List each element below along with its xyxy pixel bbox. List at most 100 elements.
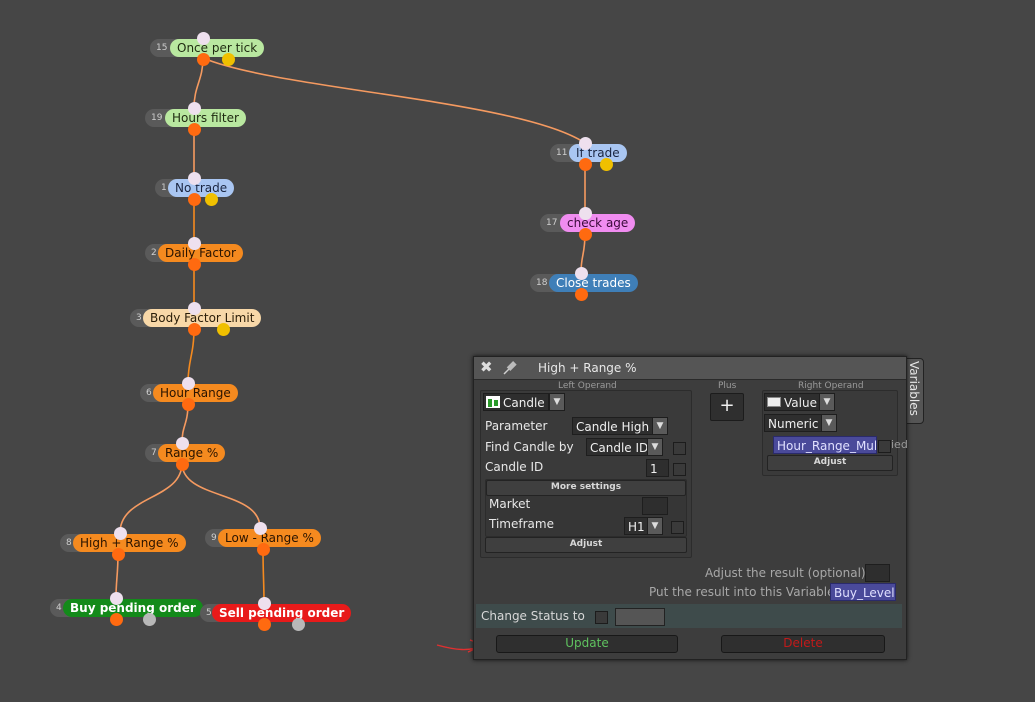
numeric-select[interactable]: Numeric [764,414,822,432]
node-label: Hour Range [153,384,238,402]
output-connector[interactable] [112,548,125,561]
operator-plus-button[interactable]: + [710,393,744,421]
output-connector[interactable] [258,618,271,631]
connection-15-11 [202,57,586,144]
chevron-down-icon[interactable]: ▼ [821,414,837,432]
chevron-down-icon[interactable]: ▼ [647,517,663,535]
output-connector[interactable] [188,258,201,271]
output-connector[interactable] [575,288,588,301]
market-input[interactable] [642,497,668,515]
change-status-checkbox[interactable] [595,611,608,624]
input-connector[interactable] [188,237,201,250]
output-connector[interactable] [257,543,270,556]
find-candle-by-label: Find Candle by [485,440,574,454]
output-connector[interactable] [222,53,235,66]
more-settings-bar[interactable]: More settings [486,480,686,496]
find-candle-by-checkbox[interactable] [673,442,686,455]
candle-icon [486,396,500,408]
variables-tab[interactable]: Variables [904,358,924,424]
chevron-down-icon[interactable]: ▼ [647,438,663,456]
right-operand-type-value: Value [784,396,817,410]
input-connector[interactable] [575,267,588,280]
right-operand-type-select[interactable]: Value [764,393,820,411]
cut-text: ied [891,438,908,451]
output-connector[interactable] [188,123,201,136]
output-connector[interactable] [197,53,210,66]
output-connector[interactable] [600,158,613,171]
node-label: Low - Range % [218,529,321,547]
node-label: Daily Factor [158,244,243,262]
output-connector[interactable] [205,193,218,206]
output-connector[interactable] [217,323,230,336]
input-connector[interactable] [110,592,123,605]
left-operand-type-select[interactable]: Candle [483,393,549,411]
node-label: Sell pending order [212,604,352,622]
dialog-titlebar[interactable]: ✖ High + Range % [474,357,906,380]
node-label: Range % [158,444,226,462]
dialog-title: High + Range % [538,361,637,375]
variable-checkbox[interactable] [878,440,891,453]
input-connector[interactable] [579,207,592,220]
change-status-select[interactable] [615,608,665,626]
right-adjust-button[interactable]: Adjust [767,455,893,471]
left-adjust-button[interactable]: Adjust [485,537,687,553]
chevron-down-icon[interactable]: ▼ [652,417,668,435]
output-connector[interactable] [182,398,195,411]
output-connector[interactable] [110,613,123,626]
update-button[interactable]: Update [496,635,678,653]
timeframe-label: Timeframe [489,517,554,531]
candle-id-checkbox[interactable] [673,463,686,476]
node-label: No trade [168,179,235,197]
parameter-label: Parameter [485,419,548,433]
input-connector[interactable] [188,172,201,185]
input-connector[interactable] [579,137,592,150]
change-status-label: Change Status to [481,609,585,623]
input-connector[interactable] [258,597,271,610]
chevron-down-icon[interactable]: ▼ [819,393,835,411]
find-candle-by-select[interactable]: Candle ID [586,438,648,456]
delete-button[interactable]: Delete [721,635,885,653]
result-variable-input[interactable]: Buy_Level [830,583,896,601]
input-connector[interactable] [197,32,210,45]
input-connector[interactable] [182,377,195,390]
adjust-result-label: Adjust the result (optional): [705,566,870,580]
input-connector[interactable] [188,102,201,115]
variable-value-input[interactable]: Hour_Range_Mult [773,436,877,454]
plus-header: Plus [718,381,737,391]
output-connector[interactable] [143,613,156,626]
node-label: Hours filter [165,109,246,127]
output-connector[interactable] [579,228,592,241]
left-operand-type-value: Candle [503,396,545,410]
more-settings-section: More settings Market Timeframe H1 ▼ [485,479,687,537]
pin-icon[interactable] [501,358,519,376]
variables-tab-label: Variables [907,361,921,416]
parameter-select[interactable]: Candle High [572,417,653,435]
input-connector[interactable] [176,437,189,450]
close-icon[interactable]: ✖ [480,359,493,376]
adjust-result-input[interactable] [865,564,890,582]
block-properties-dialog: ✖ High + Range % Left Operand Plus Right… [473,356,908,660]
input-connector[interactable] [114,527,127,540]
input-connector[interactable] [254,522,267,535]
connection-3-6 [187,327,195,384]
output-connector[interactable] [188,193,201,206]
timeframe-select[interactable]: H1 [624,517,648,535]
node-label: Close trades [549,274,638,292]
timeframe-checkbox[interactable] [671,521,684,534]
output-connector[interactable] [292,618,305,631]
node-label: check age [560,214,636,232]
left-operand-panel: Candle ▼ Parameter Candle High ▼ Find Ca… [480,390,692,558]
output-connector[interactable] [188,323,201,336]
chevron-down-icon[interactable]: ▼ [549,393,565,411]
node-label: Once per tick [170,39,265,57]
input-connector[interactable] [188,302,201,315]
output-connector[interactable] [579,158,592,171]
node-label: High + Range % [73,534,186,552]
candle-id-label: Candle ID [485,460,544,474]
change-status-row: Change Status to [476,604,902,628]
candle-id-input[interactable]: 1 [646,459,669,477]
output-connector[interactable] [176,458,189,471]
put-result-label: Put the result into this Variable: [649,585,839,599]
node-label: Buy pending order [63,599,203,617]
connection-7-8 [119,462,183,534]
